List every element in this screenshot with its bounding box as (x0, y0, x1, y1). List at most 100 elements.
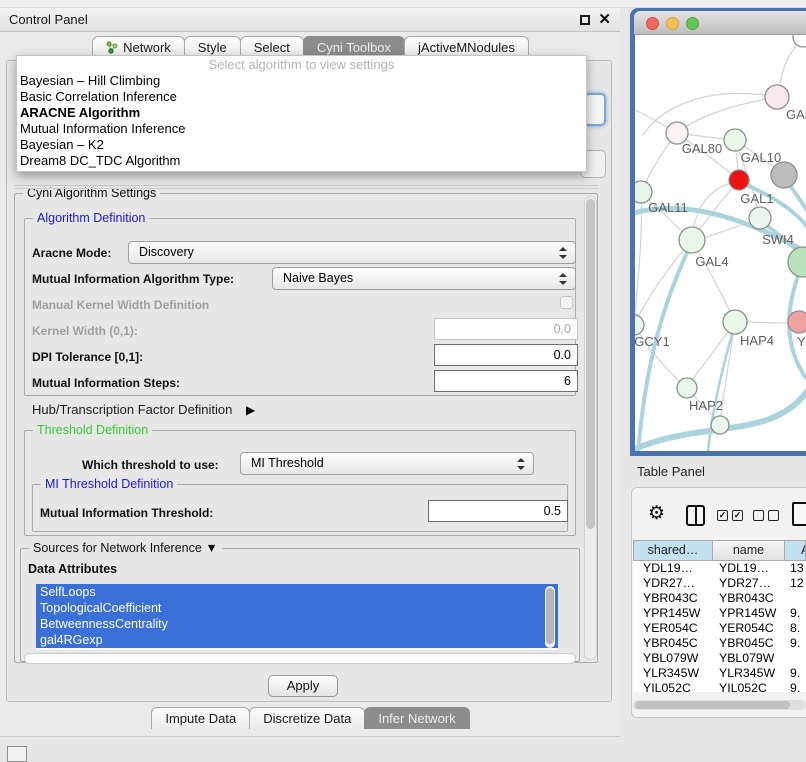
mi-steps-label: Mutual Information Steps: (32, 376, 180, 390)
settings-horizontal-scrollbar[interactable] (24, 653, 576, 664)
algorithm-definition-title: Algorithm Definition (33, 211, 149, 225)
table-row[interactable]: YLR345WYLR345W9. (633, 666, 806, 681)
zoom-traffic-light-icon[interactable] (686, 17, 699, 30)
mi-threshold-field[interactable] (428, 500, 568, 522)
tab-discretize-data[interactable]: Discretize Data (249, 707, 365, 729)
network-node-label: GAL80 (682, 141, 722, 156)
restore-icon[interactable] (580, 15, 590, 25)
gear-icon[interactable]: ⚙ (648, 502, 665, 525)
table-row[interactable]: YIL052CYIL052C9. (633, 681, 806, 692)
settings-vertical-scrollbar[interactable] (584, 196, 597, 660)
table-cell: YBL079W (633, 651, 713, 666)
mi-steps-field[interactable] (434, 370, 578, 392)
docked-panel-icon[interactable] (7, 746, 27, 762)
dpi-tolerance-label: DPI Tolerance [0,1]: (32, 350, 143, 364)
column-header[interactable]: name (713, 540, 785, 561)
dropdown-option[interactable]: Basic Correlation Inference (17, 89, 586, 105)
network-node-label: GAL1 (740, 191, 773, 206)
network-node-label: GAL11 (648, 200, 688, 215)
threshold-definition-title: Threshold Definition (33, 423, 152, 437)
dropdown-option[interactable]: Bayesian – K2 (17, 137, 586, 153)
network-view-window: GALGAL80GAL10GAL1GAL11SWI4GAL4GCY1HAP4YH… (630, 8, 806, 456)
close-icon[interactable]: ✕ (598, 10, 611, 30)
kernel-width-field[interactable] (434, 318, 578, 340)
expanded-arrow-icon[interactable]: ▼ (205, 541, 217, 555)
table-row[interactable]: YBR045CYBR045C9. (633, 636, 806, 651)
table-cell: YBL079W (713, 651, 785, 666)
network-node[interactable] (788, 247, 806, 277)
network-node-hap2[interactable] (677, 378, 697, 398)
table-horizontal-scrollbar[interactable] (633, 700, 806, 710)
table-cell: YBR045C (713, 636, 785, 651)
network-node-gal1[interactable] (729, 170, 749, 190)
tab-impute-data[interactable]: Impute Data (151, 707, 250, 729)
mi-type-value: Naive Bayes (283, 271, 353, 285)
mi-algorithm-type-select[interactable]: Naive Bayes (272, 267, 576, 290)
network-node-label: GAL10 (741, 150, 781, 165)
table-cell: YIL052C (713, 681, 785, 692)
attribute-list-item[interactable]: TopologicalCoefficient (36, 600, 558, 616)
network-node-gal4[interactable] (679, 227, 705, 253)
dpi-tolerance-field[interactable] (434, 344, 578, 366)
network-node-gal10[interactable] (724, 129, 746, 151)
table-cell: YER054C (713, 621, 785, 636)
document-icon[interactable] (792, 502, 806, 526)
network-node-label: Y (797, 334, 806, 349)
column-header[interactable]: A (785, 540, 806, 561)
algorithm-dropdown-options: Bayesian – Hill ClimbingBasic Correlatio… (17, 73, 586, 169)
network-canvas[interactable]: GALGAL80GAL10GAL1GAL11SWI4GAL4GCY1HAP4YH… (635, 35, 806, 451)
hidden-combobox-fragment (584, 93, 606, 126)
table-row[interactable]: YER054CYER054C8. (633, 621, 806, 636)
dropdown-option[interactable]: Dream8 DC_TDC Algorithm (17, 153, 586, 169)
close-traffic-light-icon[interactable] (646, 17, 659, 30)
kernel-width-label: Kernel Width (0,1): (32, 324, 138, 338)
table-row[interactable]: YDR27…YDR27…12 (633, 576, 806, 591)
table-cell: YPR145W (633, 606, 713, 621)
unchecked-checkbox-icon[interactable] (768, 510, 779, 521)
table-cell: YBR045C (633, 636, 713, 651)
network-node[interactable] (771, 162, 797, 188)
aracne-mode-select[interactable]: Discovery (128, 241, 576, 264)
network-node[interactable] (711, 416, 729, 434)
table-panel-title: Table Panel (637, 464, 705, 479)
scrollbar-thumb[interactable] (635, 701, 790, 709)
network-node[interactable] (793, 35, 806, 47)
apply-button[interactable]: Apply (268, 675, 338, 697)
attribute-list-item[interactable]: BetweennessCentrality (36, 616, 558, 632)
stepper-arrows-icon (559, 246, 567, 260)
manual-kernel-checkbox[interactable] (560, 296, 573, 309)
attributes-list-scrollbar[interactable] (545, 586, 555, 648)
sources-title-text: Sources for Network Inference (33, 541, 202, 555)
dropdown-option[interactable]: Mutual Information Inference (17, 121, 586, 137)
network-node-label: GCY1 (635, 334, 670, 349)
scrollbar-thumb[interactable] (546, 588, 554, 644)
table-row[interactable]: YDL19…YDL19…13 (633, 561, 806, 576)
tab-infer-network[interactable]: Infer Network (364, 707, 469, 729)
column-header[interactable]: shared… (633, 540, 713, 561)
hub-definition-expander[interactable]: Hub/Transcription Factor Definition ▶ (32, 402, 255, 417)
table-row[interactable]: YBL079WYBL079W (633, 651, 806, 666)
scrollbar-thumb[interactable] (586, 199, 595, 529)
network-node-hap4[interactable] (723, 310, 747, 334)
network-node-swi4[interactable] (749, 207, 771, 229)
attribute-list-item[interactable]: gal4RGexp (36, 632, 558, 648)
checked-checkbox-icon[interactable]: ✓ (717, 510, 728, 521)
unchecked-checkbox-icon[interactable] (753, 510, 764, 521)
minimize-traffic-light-icon[interactable] (666, 17, 679, 30)
attribute-list-item[interactable]: SelfLoops (36, 584, 558, 600)
network-node-label: GAL4 (695, 254, 728, 269)
data-attributes-list[interactable]: SelfLoopsTopologicalCoefficientBetweenne… (36, 584, 558, 650)
which-threshold-select[interactable]: MI Threshold (240, 452, 534, 475)
network-node-y[interactable] (788, 311, 806, 333)
split-columns-icon[interactable] (686, 505, 705, 526)
dropdown-option[interactable]: ARACNE Algorithm (17, 105, 586, 121)
network-node-gal[interactable] (765, 85, 789, 109)
dropdown-option[interactable]: Bayesian – Hill Climbing (17, 73, 586, 89)
checked-checkbox-icon[interactable]: ✓ (732, 510, 743, 521)
network-node-gcy1[interactable] (635, 315, 644, 335)
table-row[interactable]: YBR043CYBR043C (633, 591, 806, 606)
network-edge (677, 97, 777, 133)
table-cell: YDR27… (713, 576, 785, 591)
table-cell: YDL19… (713, 561, 785, 576)
table-row[interactable]: YPR145WYPR145W9. (633, 606, 806, 621)
